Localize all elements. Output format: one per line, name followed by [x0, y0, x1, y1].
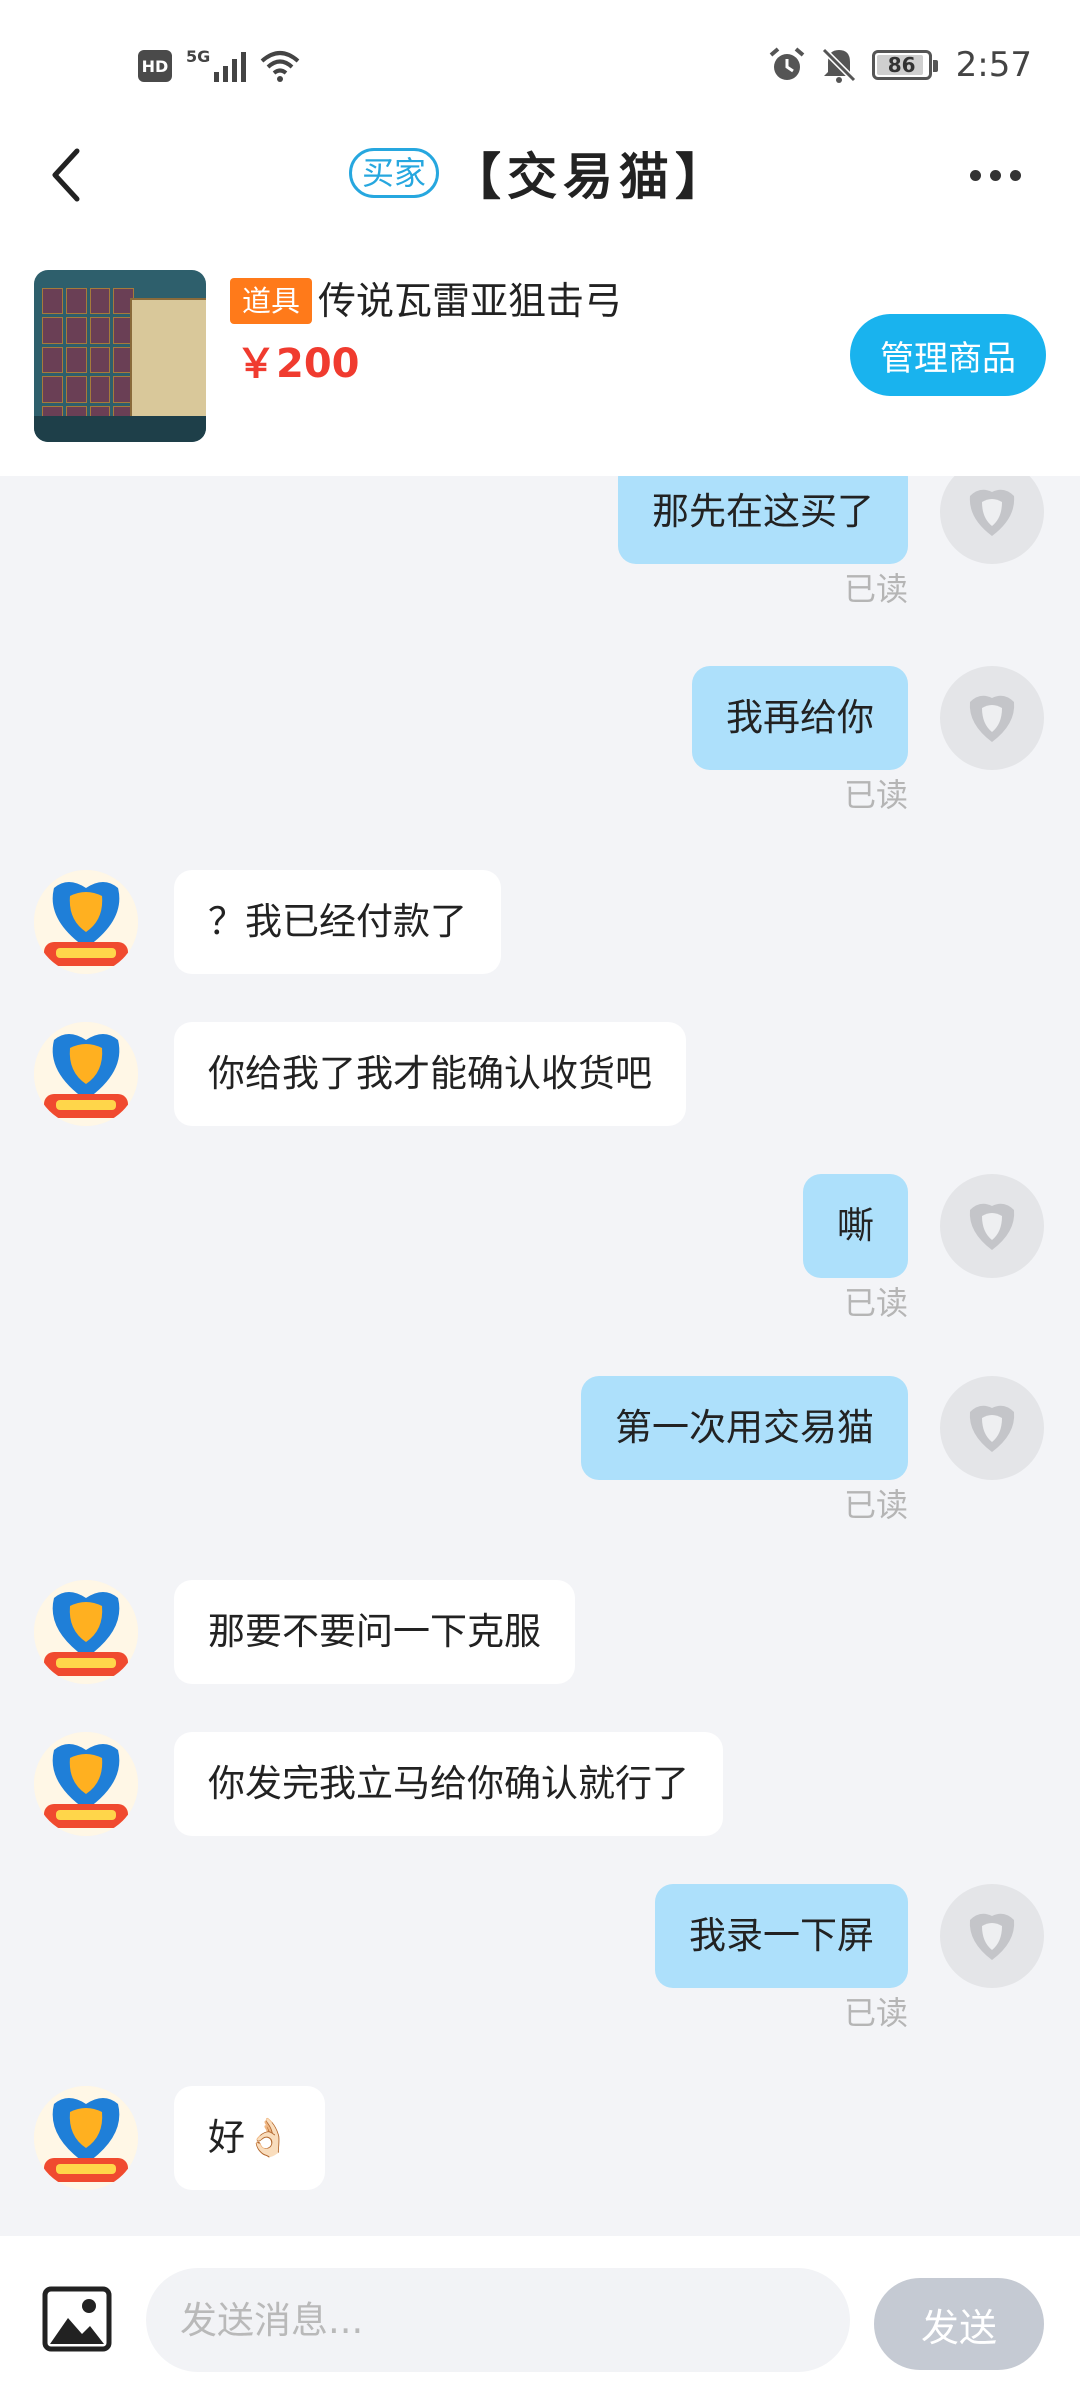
product-name: 传说瓦雷亚狙击弓 [318, 279, 623, 323]
avatar[interactable] [940, 1174, 1044, 1278]
mute-icon [821, 47, 856, 83]
default-avatar-icon [969, 1203, 1015, 1250]
message-out: 嘶 已读 [0, 1174, 1080, 1324]
read-status: 已读 [843, 1994, 908, 2032]
read-status: 已读 [843, 570, 908, 608]
avatar[interactable] [34, 1022, 138, 1126]
input-bar: 发送 [0, 2236, 1080, 2400]
image-button[interactable] [40, 2282, 114, 2356]
status-time: 2:57 [955, 45, 1032, 85]
message-out: 第一次用交易猫 已读 [0, 1376, 1080, 1526]
message-bubble[interactable]: 那要不要问一下克服 [174, 1580, 575, 1684]
message-out: 那先在这买了 已读 [0, 476, 1080, 610]
battery-level: 86 [887, 53, 916, 77]
message-in: 那要不要问一下克服 [0, 1580, 1080, 1690]
message-bubble[interactable]: ？我已经付款了 [174, 870, 501, 974]
message-out: 我录一下屏 已读 [0, 1884, 1080, 2034]
chat-header: 买家 【交易猫】 [0, 110, 1080, 240]
send-button[interactable]: 发送 [874, 2278, 1044, 2370]
message-bubble[interactable]: 第一次用交易猫 [581, 1376, 908, 1480]
message-in: 你给我了我才能确认收货吧 [0, 1022, 1080, 1132]
message-input[interactable] [146, 2268, 850, 2372]
role-badge: 买家 [348, 148, 439, 198]
avatar[interactable] [940, 476, 1044, 564]
avatar[interactable] [940, 1884, 1044, 1988]
more-options-button[interactable] [960, 150, 1030, 200]
image-icon [42, 2286, 112, 2352]
seller-avatar-icon [34, 2086, 138, 2190]
product-card[interactable]: 道具 传说瓦雷亚狙击弓 ￥200 管理商品 [0, 240, 1080, 476]
message-bubble[interactable]: 我再给你 [692, 666, 908, 770]
message-bubble[interactable]: 那先在这买了 [618, 476, 908, 564]
title-group: 买家 【交易猫】 [0, 138, 1080, 208]
read-status: 已读 [843, 1486, 908, 1524]
seller-avatar-icon [34, 1022, 138, 1126]
chat-title: 【交易猫】 [451, 148, 731, 206]
product-price: ￥200 [236, 341, 360, 387]
message-bubble[interactable]: 你发完我立马给你确认就行了 [174, 1732, 723, 1836]
status-right: 86 2:57 [768, 40, 1032, 90]
manage-product-button[interactable]: 管理商品 [850, 314, 1046, 396]
message-bubble[interactable]: 你给我了我才能确认收货吧 [174, 1022, 686, 1126]
seller-avatar-icon [34, 870, 138, 974]
default-avatar-icon [969, 489, 1015, 536]
product-thumbnail[interactable] [34, 270, 206, 442]
hd-badge: HD [138, 50, 172, 82]
avatar[interactable] [940, 666, 1044, 770]
read-status: 已读 [843, 1284, 908, 1322]
avatar[interactable] [34, 1732, 138, 1836]
message-bubble[interactable]: 我录一下屏 [655, 1884, 908, 1988]
message-in: 你发完我立马给你确认就行了 [0, 1732, 1080, 1842]
message-bubble[interactable]: 嘶 [803, 1174, 908, 1278]
message-in: 好👌🏻 [0, 2086, 1080, 2196]
signal-icon [214, 50, 247, 82]
default-avatar-icon [969, 695, 1015, 742]
battery-icon: 86 [871, 50, 938, 80]
avatar[interactable] [940, 1376, 1044, 1480]
wifi-icon [260, 51, 300, 82]
read-status: 已读 [843, 776, 908, 814]
default-avatar-icon [969, 1405, 1015, 1452]
more-dots-icon [969, 169, 981, 181]
message-bubble[interactable]: 好👌🏻 [174, 2086, 326, 2190]
seller-avatar-icon [34, 1732, 138, 1836]
alarm-icon [769, 47, 804, 80]
default-avatar-icon [969, 1913, 1015, 1960]
product-tag: 道具 [230, 278, 313, 324]
message-in: ？我已经付款了 [0, 870, 1080, 980]
avatar[interactable] [34, 870, 138, 974]
avatar[interactable] [34, 1580, 138, 1684]
network-type: 5G [186, 46, 211, 66]
avatar[interactable] [34, 2086, 138, 2190]
chat-area[interactable]: 那先在这买了 已读 我再给你 已读 ？我已经付款了 你给我了我才能确认收货吧 嘶… [0, 476, 1080, 2236]
status-left: HD 5G [138, 44, 300, 88]
seller-avatar-icon [34, 1580, 138, 1684]
message-out: 我再给你 已读 [0, 666, 1080, 816]
